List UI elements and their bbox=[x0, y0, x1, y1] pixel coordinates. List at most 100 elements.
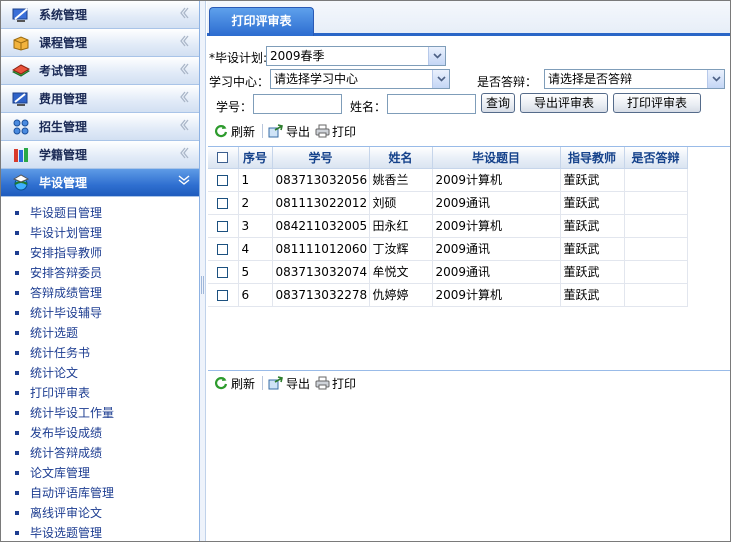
table-cell: 2 bbox=[238, 191, 273, 215]
sidebar-item-label: 毕设选题管理 bbox=[30, 526, 103, 540]
menu-header-enrollment[interactable]: 招生管理 bbox=[1, 113, 199, 141]
print-button[interactable]: 打印 bbox=[314, 375, 356, 392]
table-row[interactable]: 2 081113022012 刘硕 2009通讯 董跃武 bbox=[208, 191, 688, 215]
export-button[interactable]: 导出 bbox=[268, 375, 310, 392]
refresh-icon bbox=[213, 375, 229, 391]
sidebar-item[interactable]: 打印评审表 bbox=[1, 383, 199, 403]
collapse-icon[interactable] bbox=[177, 119, 191, 133]
column-header[interactable]: 学号 bbox=[272, 147, 370, 169]
main-panel: 打印评审表 *毕设计划: 2009春季 学习中心： 请选择学习中心 是否答辩： … bbox=[207, 1, 730, 541]
sidebar-item[interactable]: 发布毕设成绩 bbox=[1, 423, 199, 443]
checkbox-icon bbox=[217, 174, 229, 186]
tab-print-review-form[interactable]: 打印评审表 bbox=[209, 7, 314, 36]
sidebar-item[interactable]: 毕设计划管理 bbox=[1, 223, 199, 243]
row-checkbox[interactable] bbox=[208, 168, 239, 192]
print-review-form-button[interactable]: 打印评审表 bbox=[613, 93, 701, 113]
row-checkbox[interactable] bbox=[208, 191, 239, 215]
sidebar-item[interactable]: 离线评审论文 bbox=[1, 503, 199, 523]
collapse-icon[interactable] bbox=[177, 35, 191, 49]
menu-header-fee[interactable]: 费用管理 bbox=[1, 85, 199, 113]
sidebar-item-label: 打印评审表 bbox=[30, 386, 91, 400]
refresh-button[interactable]: 刷新 bbox=[213, 375, 255, 392]
column-header[interactable]: 姓名 bbox=[369, 147, 433, 169]
sidebar-item[interactable]: 统计论文 bbox=[1, 363, 199, 383]
print-button[interactable]: 打印 bbox=[314, 123, 356, 140]
export-label: 导出 bbox=[286, 124, 311, 139]
student-no-label: 学号： bbox=[216, 100, 253, 114]
export-button[interactable]: 导出 bbox=[268, 123, 310, 140]
sidebar-item[interactable]: 统计毕设辅导 bbox=[1, 303, 199, 323]
bullet-icon bbox=[15, 431, 19, 435]
table-cell: 姚香兰 bbox=[369, 168, 433, 192]
sidebar-item[interactable]: 安排指导教师 bbox=[1, 243, 199, 263]
row-checkbox[interactable] bbox=[208, 214, 239, 238]
menu-header-student-record[interactable]: 学籍管理 bbox=[1, 141, 199, 169]
sidebar-item[interactable]: 论文库管理 bbox=[1, 463, 199, 483]
plan-select[interactable]: 2009春季 bbox=[266, 46, 446, 66]
defense-select[interactable]: 请选择是否答辩 bbox=[544, 69, 725, 89]
menu-header-system[interactable]: 系统管理 bbox=[1, 1, 199, 29]
sidebar-item[interactable]: 统计毕设工作量 bbox=[1, 403, 199, 423]
table-cell bbox=[624, 191, 688, 215]
refresh-button[interactable]: 刷新 bbox=[213, 123, 255, 140]
sidebar-item[interactable]: 统计选题 bbox=[1, 323, 199, 343]
sidebar-item-label: 答辩成绩管理 bbox=[30, 286, 103, 300]
table-cell: 田永红 bbox=[369, 214, 433, 238]
table-row[interactable]: 4 081111012060 丁汝辉 2009通讯 董跃武 bbox=[208, 237, 688, 261]
row-checkbox[interactable] bbox=[208, 260, 239, 284]
table-cell: 1 bbox=[238, 168, 273, 192]
select-all-checkbox[interactable] bbox=[208, 147, 239, 169]
submenu-list: 毕设题目管理 毕设计划管理 安排指导教师 安排答辩委员答辩成绩管理统计毕设辅导 统计选题… bbox=[1, 197, 199, 541]
data-grid: 序号 学号 姓名 毕设题目 指导教师 是否答辩 1 083713032056 姚香兰… bbox=[208, 146, 730, 371]
column-header[interactable]: 指导教师 bbox=[560, 147, 625, 169]
graduation-globe-icon bbox=[11, 173, 31, 192]
menu-header-course[interactable]: 课程管理 bbox=[1, 29, 199, 57]
dropdown-arrow-icon bbox=[707, 70, 724, 88]
column-header[interactable]: 是否答辩 bbox=[624, 147, 688, 169]
column-header[interactable]: 序号 bbox=[238, 147, 273, 169]
table-cell: 董跃武 bbox=[560, 260, 625, 284]
sidebar-item[interactable]: 答辩成绩管理 bbox=[1, 283, 199, 303]
export-icon bbox=[268, 123, 284, 139]
sidebar-item[interactable]: 自动评语库管理 bbox=[1, 483, 199, 503]
collapse-icon[interactable] bbox=[177, 91, 191, 105]
menu-header-graduation[interactable]: 毕设管理 bbox=[1, 169, 199, 197]
table-row[interactable]: 6 083713032278 仇婷婷 2009计算机 董跃武 bbox=[208, 283, 688, 307]
table-cell: 2009计算机 bbox=[432, 168, 561, 192]
query-button[interactable]: 查询 bbox=[481, 93, 515, 113]
center-select[interactable]: 请选择学习中心 bbox=[270, 69, 450, 89]
collapse-icon[interactable] bbox=[177, 63, 191, 77]
table-cell: 董跃武 bbox=[560, 283, 625, 307]
table-row[interactable]: 1 083713032056 姚香兰 2009计算机 董跃武 bbox=[208, 168, 688, 192]
collapse-icon[interactable] bbox=[177, 7, 191, 21]
bullet-icon bbox=[15, 511, 19, 515]
sidebar-item[interactable]: 安排答辩委员 bbox=[1, 263, 199, 283]
row-checkbox[interactable] bbox=[208, 237, 239, 261]
name-input[interactable] bbox=[387, 94, 476, 114]
chevron-down-icon[interactable] bbox=[177, 175, 191, 189]
table-row[interactable]: 5 083713032074 牟悦文 2009通讯 董跃武 bbox=[208, 260, 688, 284]
export-label: 导出 bbox=[286, 376, 311, 391]
table-cell bbox=[624, 168, 688, 192]
print-label: 打印 bbox=[332, 376, 357, 391]
sidebar-item[interactable]: 毕设题目管理 bbox=[1, 203, 199, 223]
student-no-input[interactable] bbox=[253, 94, 342, 114]
collapse-icon[interactable] bbox=[177, 147, 191, 161]
column-header[interactable]: 毕设题目 bbox=[432, 147, 561, 169]
checkbox-icon bbox=[217, 243, 229, 255]
toolbar-divider bbox=[262, 376, 264, 390]
splitter-grip-icon bbox=[201, 276, 204, 294]
checkbox-icon bbox=[217, 289, 229, 301]
table-cell bbox=[624, 260, 688, 284]
sidebar-item[interactable]: 统计答辩成绩 bbox=[1, 443, 199, 463]
row-checkbox[interactable] bbox=[208, 283, 239, 307]
export-review-form-button[interactable]: 导出评审表 bbox=[520, 93, 608, 113]
sidebar-item[interactable]: 毕设选题管理 bbox=[1, 523, 199, 541]
bullet-icon bbox=[15, 531, 19, 535]
menu-header-label: 学籍管理 bbox=[39, 148, 88, 162]
menu-header-exam[interactable]: 考试管理 bbox=[1, 57, 199, 85]
sidebar-item[interactable]: 统计任务书 bbox=[1, 343, 199, 363]
table-row[interactable]: 3 084211032005 田永红 2009计算机 董跃武 bbox=[208, 214, 688, 238]
sidebar-splitter[interactable] bbox=[200, 1, 206, 541]
sidebar-item-label: 发布毕设成绩 bbox=[30, 426, 103, 440]
